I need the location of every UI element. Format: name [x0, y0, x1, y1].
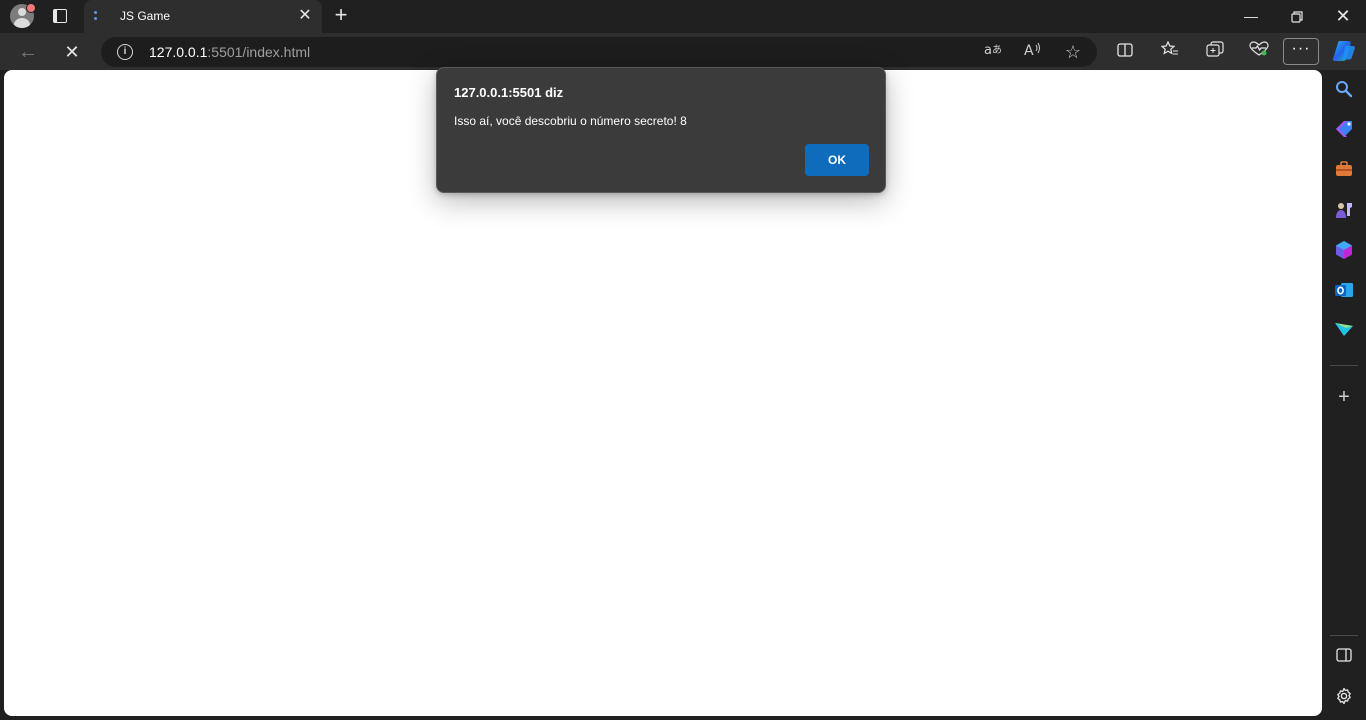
- split-screen-icon[interactable]: [1110, 37, 1140, 67]
- new-tab-icon[interactable]: +: [330, 4, 352, 26]
- sidebar-divider-bottom: [1330, 635, 1358, 636]
- more-options-icon[interactable]: ···: [1283, 38, 1319, 65]
- settings-icon[interactable]: [1333, 687, 1355, 709]
- svg-text:a: a: [984, 43, 992, 57]
- alert-dialog: 127.0.0.1:5501 diz Isso aí, você descobr…: [436, 67, 886, 193]
- profile-notification-badge: [26, 3, 36, 13]
- tab-loading-icon: [94, 9, 98, 23]
- sidebar: +: [1322, 70, 1366, 720]
- browser-essentials-icon[interactable]: [1244, 37, 1274, 67]
- minimize-icon[interactable]: —: [1228, 0, 1274, 32]
- ok-button[interactable]: OK: [805, 144, 869, 176]
- dialog-origin-title: 127.0.0.1:5501 diz: [454, 85, 564, 100]
- add-icon[interactable]: +: [1333, 386, 1355, 408]
- tab-close-icon[interactable]: ✕: [296, 7, 314, 25]
- restore-icon[interactable]: [1274, 0, 1320, 32]
- collections-icon[interactable]: [1200, 37, 1230, 67]
- shopping-icon[interactable]: [1333, 120, 1355, 142]
- url-path: :5501/index.html: [207, 44, 311, 60]
- games-icon[interactable]: [1333, 200, 1355, 222]
- copilot-icon[interactable]: [1331, 38, 1357, 64]
- svg-text:A: A: [1024, 43, 1034, 57]
- tools-icon[interactable]: [1333, 160, 1355, 182]
- browser-toolbar: ← ✕ i 127.0.0.1:5501/index.html aあ A ☆ ·…: [0, 33, 1366, 70]
- search-icon[interactable]: [1333, 80, 1355, 102]
- stop-loading-icon[interactable]: ✕: [57, 37, 87, 67]
- favorites-icon[interactable]: [1155, 37, 1185, 67]
- back-icon[interactable]: ←: [13, 37, 43, 67]
- translate-icon[interactable]: aあ: [981, 41, 1005, 63]
- close-window-icon[interactable]: ✕: [1320, 0, 1366, 32]
- microsoft-365-icon[interactable]: [1333, 240, 1355, 262]
- hide-sidebar-icon[interactable]: [1333, 647, 1355, 669]
- read-aloud-icon[interactable]: A: [1021, 41, 1045, 63]
- svg-text:あ: あ: [992, 44, 1002, 56]
- site-info-icon[interactable]: i: [117, 44, 133, 60]
- outlook-icon[interactable]: [1333, 280, 1355, 302]
- tab-actions-menu-icon[interactable]: [49, 5, 71, 27]
- tab-js-game[interactable]: JS Game ✕: [84, 0, 322, 33]
- dialog-message: Isso aí, você descobriu o número secreto…: [454, 114, 687, 128]
- address-bar[interactable]: i 127.0.0.1:5501/index.html aあ A ☆: [101, 37, 1097, 67]
- sidebar-divider: [1330, 365, 1358, 366]
- drop-icon[interactable]: [1333, 320, 1355, 342]
- tab-strip: JS Game ✕ + — ✕: [0, 0, 1366, 33]
- url-text[interactable]: 127.0.0.1:5501/index.html: [149, 44, 310, 60]
- favorite-star-icon[interactable]: ☆: [1061, 41, 1085, 63]
- url-host: 127.0.0.1: [149, 44, 208, 60]
- tab-title: JS Game: [120, 9, 171, 23]
